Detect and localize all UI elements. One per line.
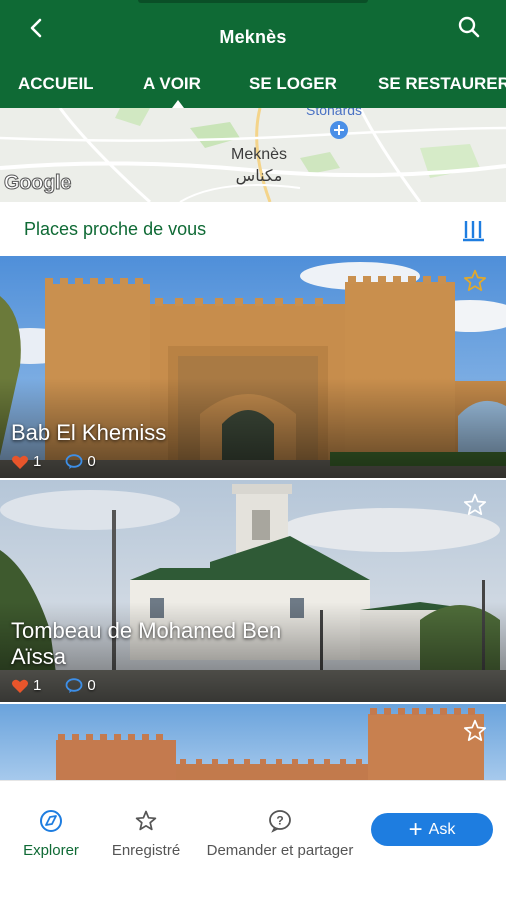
heart-icon (12, 679, 28, 693)
nav-saved-label: Enregistré (111, 842, 181, 859)
nav-ask-share[interactable]: ? Demander et partager (195, 809, 365, 859)
favorite-star-icon[interactable] (462, 268, 488, 294)
plus-icon: + (408, 815, 423, 843)
nav-explorer-label: Explorer (23, 842, 79, 859)
ask-button-label: Ask (428, 820, 456, 838)
places-title: Places proche de vous (24, 219, 207, 239)
active-tab-indicator (172, 100, 184, 108)
question-bubble-icon: ? (269, 810, 291, 833)
comment-icon (65, 677, 83, 693)
nav-saved[interactable]: Enregistré (104, 809, 188, 859)
map-city-label: Meknès (230, 146, 288, 163)
star-icon (135, 810, 157, 831)
favorite-star-icon[interactable] (462, 492, 488, 518)
nav-explorer[interactable]: Explorer (18, 809, 84, 859)
bottom-navigation: Explorer Enregistré ? Demander et partag… (0, 780, 506, 900)
compass-icon (40, 810, 62, 832)
places-section-header: Places proche de vous (0, 202, 506, 256)
app-header: Meknès ACCUEIL A VOIR SE LOGER SE RESTAU… (0, 0, 506, 108)
list-view-icon[interactable] (460, 216, 488, 244)
search-icon (458, 16, 480, 38)
heart-icon (12, 455, 28, 469)
map-view[interactable]: Stonards Meknès مكناس Google (0, 108, 506, 202)
comment-icon (65, 453, 83, 469)
map-place-label: Stonards (306, 108, 363, 118)
status-notch (138, 0, 368, 3)
place-card[interactable]: Bab El Khemiss 1 0 (0, 256, 506, 478)
tab-accueil[interactable]: ACCUEIL (18, 74, 94, 94)
ask-button[interactable]: + Ask (371, 813, 493, 846)
place-card[interactable]: Tombeau de Mohamed Ben Aïssa 1 0 (0, 480, 506, 702)
google-logo: Google (3, 172, 72, 195)
comments-count: 0 (87, 677, 96, 694)
page-title: Meknès (219, 27, 287, 47)
comments-count: 0 (87, 453, 96, 470)
favorite-star-icon[interactable] (462, 718, 488, 744)
place-stats: 1 0 (11, 677, 120, 694)
search-button[interactable] (452, 10, 486, 44)
nav-ask-share-label: Demander et partager (206, 842, 354, 859)
likes-count: 1 (33, 677, 42, 694)
likes-count: 1 (33, 453, 42, 470)
place-photo (0, 704, 506, 780)
tab-a-voir[interactable]: A VOIR (143, 74, 201, 94)
place-stats: 1 0 (11, 453, 120, 470)
place-title: Tombeau de Mohamed Ben Aïssa (11, 618, 282, 669)
svg-text:?: ? (276, 814, 283, 828)
place-card[interactable] (0, 704, 506, 780)
place-title: Bab El Khemiss (11, 420, 167, 445)
tab-bar: ACCUEIL A VOIR SE LOGER SE RESTAURER (0, 70, 506, 100)
tab-se-loger[interactable]: SE LOGER (249, 74, 337, 94)
tab-se-restaurer[interactable]: SE RESTAURER (378, 74, 506, 94)
map-city-label-arabic: مكناس (235, 168, 283, 185)
